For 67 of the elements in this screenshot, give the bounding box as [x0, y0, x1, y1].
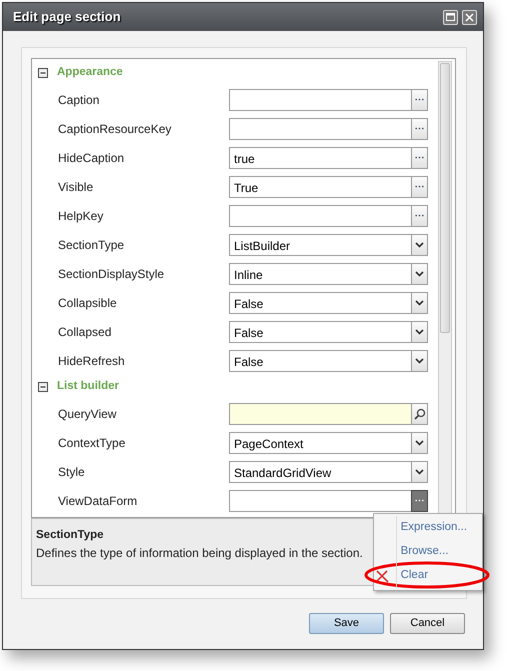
dropdown-button[interactable]	[411, 262, 428, 284]
cancel-button[interactable]: Cancel	[390, 613, 465, 634]
chevron-down-icon	[415, 300, 424, 306]
dropdown-button[interactable]	[411, 460, 428, 482]
description-text: Defines the type of information being displayed in the section.	[36, 545, 363, 562]
chevron-down-icon	[415, 468, 424, 474]
clear-icon	[374, 568, 390, 584]
menu-item[interactable]: Browse...	[396, 540, 482, 564]
dropdown-button[interactable]	[411, 350, 428, 372]
input-field[interactable]	[229, 88, 411, 110]
input-field[interactable]	[229, 490, 411, 512]
scrollbar[interactable]	[438, 61, 452, 515]
ellipsis-icon	[415, 214, 424, 217]
property-label: HelpKey	[57, 208, 104, 224]
input-field[interactable]: PageContext	[229, 432, 411, 454]
chevron-down-icon	[415, 242, 424, 248]
input-field[interactable]: ListBuilder	[229, 234, 411, 256]
input-field[interactable]: False	[229, 292, 411, 314]
property-label: Collapsed	[57, 324, 112, 340]
input-field[interactable]	[229, 118, 411, 140]
chevron-down-icon	[415, 328, 424, 334]
ellipsis-button[interactable]	[411, 490, 428, 512]
input-field[interactable]: True	[229, 176, 411, 198]
ellipsis-icon	[415, 185, 424, 188]
window-title: Edit page section	[13, 8, 121, 26]
property-label: Collapsible	[57, 294, 118, 312]
property-label: HideCaption	[57, 150, 126, 166]
close-button[interactable]	[462, 10, 477, 24]
group-heading: List builder	[57, 379, 119, 394]
save-button[interactable]: Save	[309, 613, 384, 634]
close-icon	[465, 12, 474, 22]
property-label: SectionType	[57, 236, 126, 254]
property-label: Caption	[57, 92, 100, 108]
property-label: SectionDisplayStyle	[57, 266, 166, 282]
search-button[interactable]	[411, 402, 428, 424]
property-label: ContextType	[57, 434, 126, 452]
dropdown-button[interactable]	[411, 432, 428, 454]
group-heading: Appearance	[57, 65, 123, 80]
ellipsis-icon	[415, 98, 424, 101]
input-field[interactable]: False	[229, 320, 411, 342]
collapse-icon[interactable]	[38, 68, 48, 78]
dropdown-button[interactable]	[411, 320, 428, 342]
collapse-icon[interactable]	[38, 382, 48, 392]
input-field[interactable]	[229, 204, 411, 226]
menu-item[interactable]: Expression...	[396, 516, 482, 540]
maximize-icon	[446, 13, 455, 21]
input-field[interactable]: true	[229, 146, 411, 168]
property-label: HideRefresh	[57, 352, 126, 370]
dropdown-button[interactable]	[411, 292, 428, 314]
ellipsis-icon	[415, 127, 424, 130]
property-label: Style	[57, 464, 86, 480]
dropdown-button[interactable]	[411, 234, 428, 256]
input-field[interactable]: StandardGridView	[229, 460, 411, 482]
maximize-button[interactable]	[443, 10, 458, 24]
ellipsis-icon	[415, 156, 424, 159]
chevron-down-icon	[415, 358, 424, 364]
property-label: Visible	[57, 178, 94, 196]
ellipsis-icon	[415, 499, 424, 502]
input-field[interactable]: Inline	[229, 262, 411, 284]
property-label: CaptionResourceKey	[57, 120, 172, 138]
input-field[interactable]	[229, 402, 411, 424]
chevron-down-icon	[415, 440, 424, 446]
property-label: ViewDataForm	[57, 492, 138, 510]
chevron-down-icon	[415, 270, 424, 276]
property-label: QueryView	[57, 406, 118, 422]
input-field[interactable]: False	[229, 350, 411, 372]
search-icon	[414, 408, 426, 420]
